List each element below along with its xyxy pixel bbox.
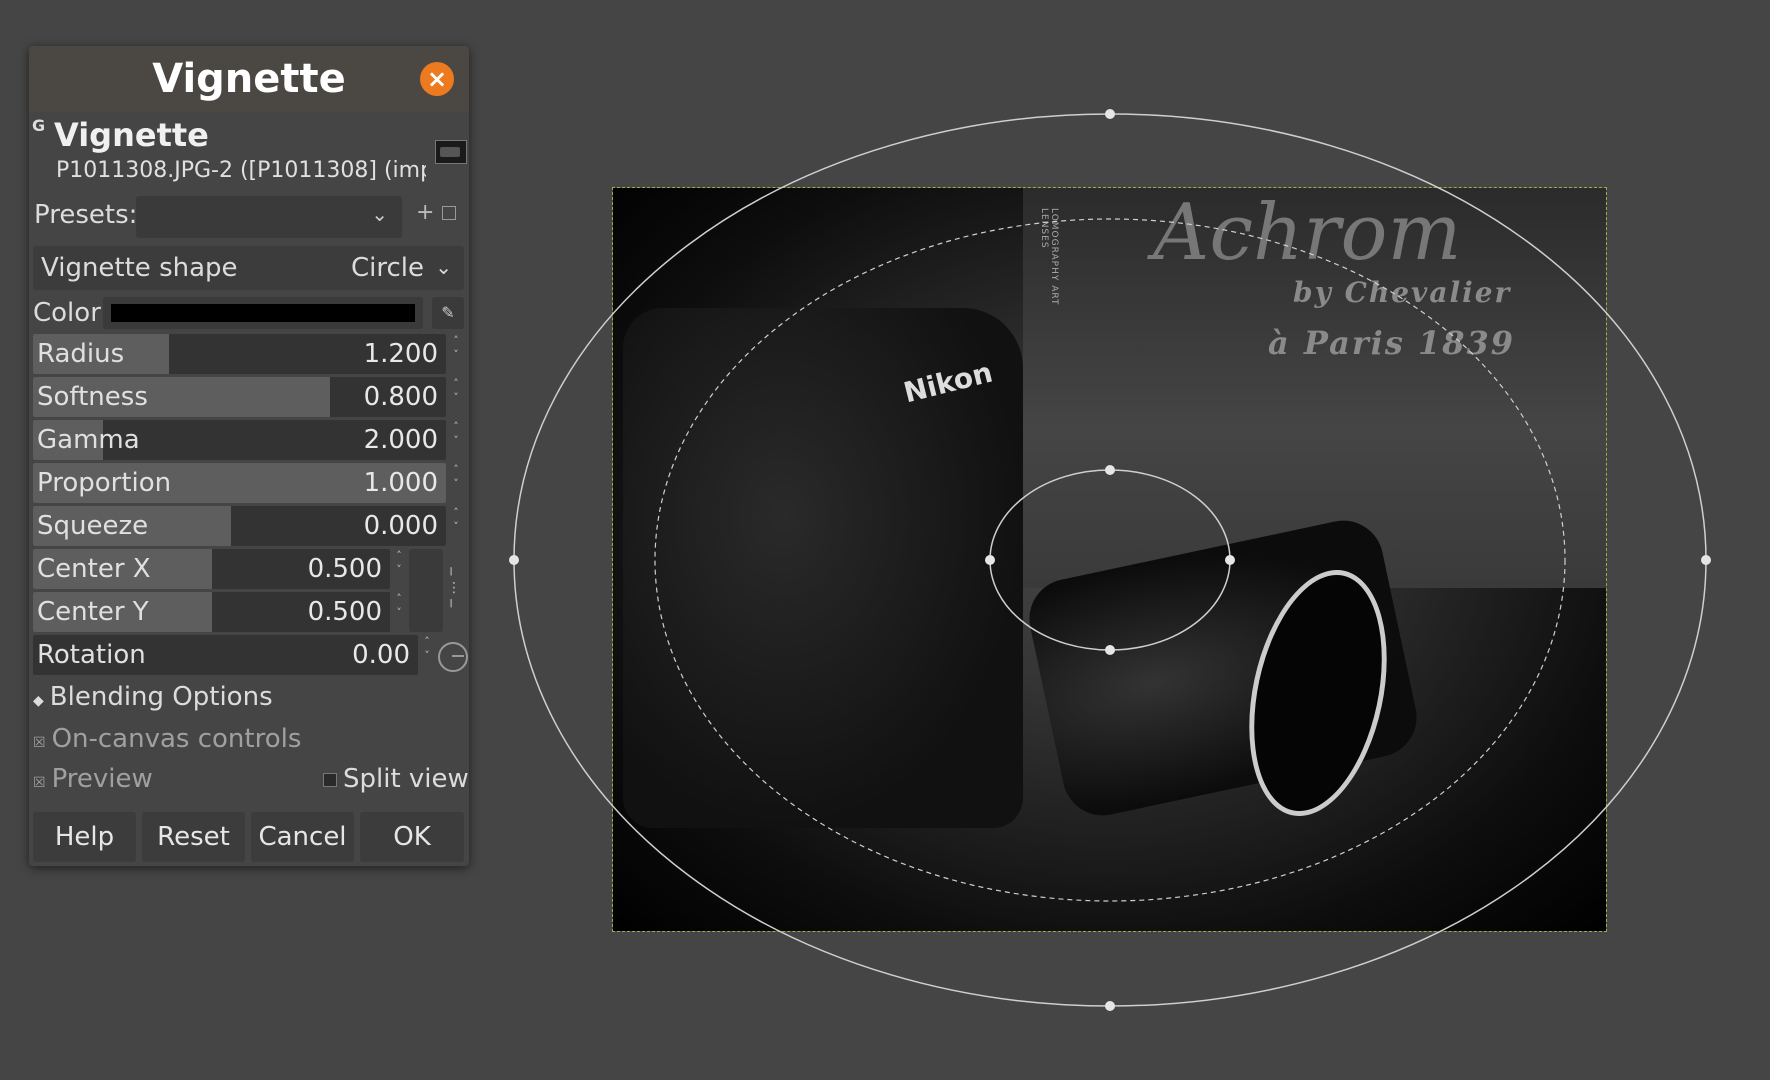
on-canvas-controls-label: On-canvas controls — [51, 724, 302, 754]
help-button[interactable]: Help — [33, 812, 136, 862]
split-view-label: Split view — [343, 764, 469, 794]
proportion-label: Proportion — [37, 468, 172, 498]
gamma-label: Gamma — [37, 425, 140, 455]
center-y-value: 0.500 — [307, 597, 382, 627]
dialog-titlebar[interactable]: Vignette × — [29, 46, 469, 112]
center-y-slider[interactable]: Center Y 0.500 — [33, 592, 390, 632]
handle-right[interactable] — [1701, 555, 1711, 565]
filter-title: Vignette — [54, 116, 209, 154]
center-x-label: Center X — [37, 554, 151, 584]
center-x-value: 0.500 — [307, 554, 382, 584]
softness-spinner[interactable]: ˄ ˅ — [449, 377, 463, 417]
box-maker-text: by Chevalier — [1293, 276, 1512, 309]
color-swatch-fill — [111, 304, 415, 322]
chain-link-icon[interactable]: ╷ ⋮ ╵ — [447, 558, 461, 622]
handle-left[interactable] — [509, 555, 519, 565]
radius-slider[interactable]: Radius 1.200 — [33, 334, 446, 374]
squeeze-value: 0.000 — [363, 511, 438, 541]
proportion-spinner[interactable]: ˄ ˅ — [449, 463, 463, 503]
close-icon[interactable]: × — [420, 62, 454, 96]
softness-value: 0.800 — [363, 382, 438, 412]
squeeze-spinner[interactable]: ˄ ˅ — [449, 506, 463, 546]
filter-subtitle: P1011308.JPG-2 ([P1011308] (import... — [56, 158, 426, 183]
gamma-slider[interactable]: Gamma 2.000 — [33, 420, 446, 460]
color-picker-icon[interactable]: ✎ — [432, 297, 464, 329]
gamma-value: 2.000 — [363, 425, 438, 455]
checkbox-icon: ☒ — [33, 775, 46, 791]
expander-icon: ◆ — [33, 693, 44, 709]
gamma-spinner[interactable]: ˄ ˅ — [449, 420, 463, 460]
presets-label: Presets: — [34, 200, 138, 230]
chevron-down-icon: ⌄ — [435, 255, 452, 279]
checkbox-icon — [323, 773, 337, 787]
on-canvas-controls-checkbox[interactable]: ☒ On-canvas controls — [33, 724, 301, 754]
gegl-icon: G — [32, 116, 46, 135]
color-label: Color — [33, 298, 101, 328]
rotation-value: 0.00 — [352, 640, 410, 670]
handle-bottom[interactable] — [1105, 1001, 1115, 1011]
blending-options-expander[interactable]: ◆ Blending Options — [33, 682, 273, 712]
center-y-label: Center Y — [37, 597, 149, 627]
presets-menu-icon[interactable] — [442, 206, 456, 220]
photo: LOMOGRAPHY ART LENSES Achrom by Chevalie… — [613, 188, 1606, 931]
handle-top[interactable] — [1105, 109, 1115, 119]
center-y-spinner[interactable]: ˄ ˅ — [392, 592, 406, 632]
ok-button[interactable]: OK — [360, 812, 464, 862]
chevron-down-icon: ⌄ — [371, 202, 388, 226]
rotation-spinner[interactable]: ˄ ˅ — [420, 635, 434, 675]
dialog-title: Vignette — [152, 56, 346, 102]
proportion-slider[interactable]: Proportion 1.000 — [33, 463, 446, 503]
blending-options-label: Blending Options — [49, 682, 273, 712]
center-pick-button[interactable] — [409, 549, 443, 632]
radius-label: Radius — [37, 339, 125, 369]
center-x-spinner[interactable]: ˄ ˅ — [392, 549, 406, 589]
cancel-button[interactable]: Cancel — [251, 812, 354, 862]
box-vertical-text: LOMOGRAPHY ART LENSES — [1039, 208, 1059, 306]
center-x-slider[interactable]: Center X 0.500 — [33, 549, 390, 589]
vignette-shape-dropdown[interactable]: Vignette shape Circle ⌄ — [33, 246, 464, 290]
presets-dropdown[interactable]: ⌄ — [136, 196, 402, 238]
radius-spinner[interactable]: ˄ ˅ — [449, 334, 463, 374]
preview-checkbox[interactable]: ☒ Preview — [33, 764, 153, 794]
proportion-value: 1.000 — [363, 468, 438, 498]
split-view-checkbox[interactable]: Split view — [323, 764, 469, 794]
color-swatch-button[interactable] — [103, 297, 423, 329]
box-city-text: à Paris 1839 — [1268, 324, 1516, 362]
softness-slider[interactable]: Softness 0.800 — [33, 377, 446, 417]
image-canvas[interactable]: LOMOGRAPHY ART LENSES Achrom by Chevalie… — [612, 187, 1607, 932]
vignette-shape-label: Vignette shape — [41, 253, 238, 283]
rotation-dial-icon[interactable] — [438, 642, 468, 672]
vignette-shape-value: Circle — [350, 253, 424, 283]
rotation-slider[interactable]: Rotation 0.00 — [33, 635, 418, 675]
image-thumbnail-icon — [435, 140, 467, 164]
rotation-label: Rotation — [37, 640, 146, 670]
preview-label: Preview — [51, 764, 153, 794]
squeeze-slider[interactable]: Squeeze 0.000 — [33, 506, 446, 546]
radius-value: 1.200 — [363, 339, 438, 369]
checkbox-icon: ☒ — [33, 735, 46, 751]
reset-button[interactable]: Reset — [142, 812, 245, 862]
softness-label: Softness — [37, 382, 148, 412]
box-brand-text: Achrom — [1153, 188, 1462, 278]
add-preset-button[interactable]: + — [416, 200, 434, 225]
vignette-dialog: Vignette × G Vignette P1011308.JPG-2 ([P… — [29, 46, 469, 866]
squeeze-label: Squeeze — [37, 511, 149, 541]
